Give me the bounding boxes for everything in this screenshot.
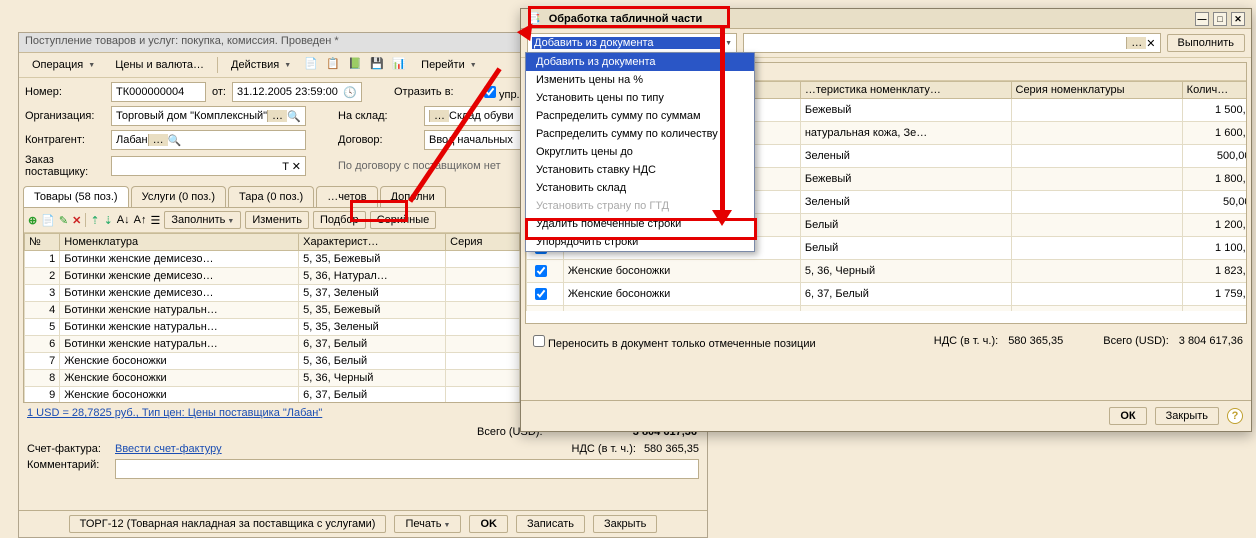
fill-button[interactable]: Заполнить▼ — [164, 211, 241, 229]
dogovor-label: Договор: — [338, 134, 418, 146]
org-field[interactable]: Торговый дом "Комплексный"…🔍 — [111, 106, 306, 126]
post-icon[interactable]: 📗 — [348, 57, 364, 73]
move-down-icon[interactable]: ⇣ — [104, 214, 113, 227]
contr-label: Контрагент: — [25, 134, 105, 146]
clear-icon: ✕ — [1146, 37, 1155, 50]
print-button[interactable]: Печать▼ — [394, 515, 461, 533]
order-label: Заказ поставщику: — [25, 154, 105, 178]
wh-label: На склад: — [338, 110, 418, 122]
date-field[interactable]: 31.12.2005 23:59:00🕓 — [232, 82, 362, 102]
transfer-checkbox[interactable]: Переносить в документ только отмеченные … — [529, 332, 816, 350]
add-copy-icon[interactable]: 📄 — [41, 214, 55, 227]
cmt-label: Комментарий: — [27, 459, 107, 479]
doc-bottombar: ТОРГ-12 (Товарная накладная за поставщик… — [19, 510, 707, 537]
proc-nds-value: 580 365,35 — [1008, 335, 1063, 347]
chevron-down-icon: ▼ — [725, 40, 732, 47]
torg12-button[interactable]: ТОРГ-12 (Товарная накладная за поставщик… — [69, 515, 387, 533]
tab-goods[interactable]: Товары (58 поз.) — [23, 186, 129, 207]
sort-desc-icon[interactable]: A↑ — [134, 214, 147, 226]
proc-ok-button[interactable]: ОК — [1109, 407, 1146, 425]
goto-menu[interactable]: Перейти▼ — [414, 56, 484, 74]
from-label: от: — [212, 86, 226, 98]
table-row[interactable]: Женские ботфорты коричне…6, 38, Бежевый4… — [527, 306, 1247, 312]
serial-button[interactable]: Серийные — [370, 211, 437, 229]
delete-row-icon[interactable]: ✕ — [72, 214, 81, 227]
save-icon[interactable]: 💾 — [370, 57, 386, 73]
report-icon[interactable]: 📊 — [392, 57, 408, 73]
table-row[interactable]: Женские босоножки5, 36, Черный1 823,…пар… — [527, 260, 1247, 283]
select-button[interactable]: Подбор — [313, 211, 366, 229]
cmt-field[interactable] — [115, 459, 699, 479]
change-button[interactable]: Изменить — [245, 211, 309, 229]
number-field[interactable]: ТК000000004 — [111, 82, 206, 102]
pcol-qty[interactable]: Колич… — [1182, 82, 1246, 99]
annotation-arrowhead-2 — [712, 210, 732, 226]
close-button[interactable]: Закрыть — [593, 515, 657, 533]
org-lookup-icon: … — [267, 110, 287, 122]
minimize-icon[interactable]: — — [1195, 12, 1209, 26]
nds-label: НДС (в т. ч.): — [572, 443, 636, 455]
proc-close-button[interactable]: Закрыть — [1155, 407, 1219, 425]
ok-button[interactable]: OK — [469, 515, 508, 533]
run-button[interactable]: Выполнить — [1167, 34, 1245, 52]
search-input[interactable]: …✕ — [743, 33, 1161, 53]
annotation-arrow-2 — [720, 28, 725, 218]
magnifier-icon: 🔍 — [168, 134, 182, 147]
prices-button[interactable]: Цены и валюта… — [108, 56, 211, 74]
tab-tare[interactable]: Тара (0 поз.) — [228, 186, 314, 207]
reflect-label: Отразить в: — [394, 86, 474, 98]
dogovor-note: По договору с поставщиком нет — [338, 160, 501, 172]
action-dropdown[interactable]: Добавить из документа ▼ — [527, 33, 737, 53]
tab-services[interactable]: Услуги (0 поз.) — [131, 186, 226, 207]
org-label: Организация: — [25, 110, 105, 122]
add-row-icon[interactable]: ⊕ — [28, 214, 37, 227]
actions-menu[interactable]: Действия▼ — [224, 56, 298, 74]
proc-nds-label: НДС (в т. ч.): — [934, 335, 998, 347]
operation-menu[interactable]: Операция▼ — [25, 56, 102, 74]
col-char[interactable]: Характерист… — [299, 234, 446, 251]
col-ser[interactable]: Серия — [446, 234, 520, 251]
pcol-ser[interactable]: Серия номенклатуры — [1011, 82, 1182, 99]
rate-link[interactable]: 1 USD = 28,7825 руб., Тип цен: Цены пост… — [27, 407, 322, 419]
add-icon[interactable]: 📄 — [304, 57, 320, 73]
sf-link[interactable]: Ввести счет-фактуру — [115, 443, 222, 455]
col-n[interactable]: № — [25, 234, 60, 251]
col-nom[interactable]: Номенклатура — [60, 234, 299, 251]
menu-sort-rows[interactable]: Упорядочить строки — [526, 233, 754, 251]
contr-field[interactable]: Лабан…🔍 — [111, 130, 306, 150]
number-label: Номер: — [25, 86, 105, 98]
magnifier-icon: 🔍 — [287, 110, 301, 123]
edit-row-icon[interactable]: ✎ — [59, 214, 68, 227]
help-icon[interactable]: ? — [1227, 408, 1243, 424]
list-icon[interactable]: ☰ — [150, 214, 160, 227]
processing-title-bar: 📑 Обработка табличной части — □ ✕ — [521, 9, 1251, 29]
maximize-icon[interactable]: □ — [1213, 12, 1227, 26]
tab-accounts[interactable]: …четов — [316, 186, 377, 207]
close-icon[interactable]: ✕ — [1231, 12, 1245, 26]
order-field[interactable]: T ✕ — [111, 156, 306, 176]
proc-total-value: 3 804 617,36 — [1179, 335, 1243, 347]
pcol-char[interactable]: …теристика номенклату… — [800, 82, 1011, 99]
copy-icon[interactable]: 📋 — [326, 57, 342, 73]
write-button[interactable]: Записать — [516, 515, 585, 533]
move-up-icon[interactable]: ⇡ — [90, 214, 99, 227]
sort-asc-icon[interactable]: A↓ — [117, 214, 130, 226]
sf-label: Счет-фактура: — [27, 443, 107, 455]
nds-value: 580 365,35 — [644, 443, 699, 455]
processing-title: Обработка табличной части — [549, 13, 703, 25]
proc-total-label: Всего (USD): — [1103, 335, 1169, 347]
table-row[interactable]: Женские босоножки6, 37, Белый1 759,…пара… — [527, 283, 1247, 306]
